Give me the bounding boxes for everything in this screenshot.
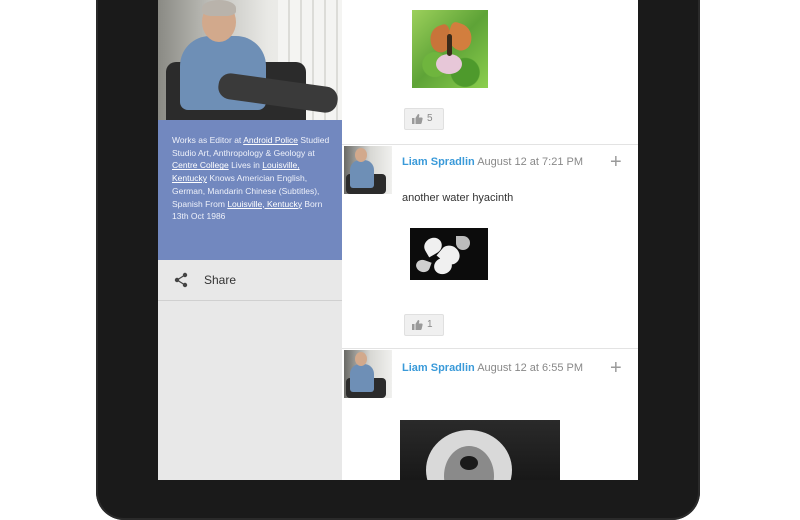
portrait-dark-spot	[460, 456, 478, 470]
profile-photo[interactable]	[158, 0, 342, 120]
avatar-head	[355, 148, 367, 162]
share-icon	[174, 272, 188, 288]
plus-icon[interactable]: +	[610, 358, 622, 378]
app-screen: Works as Editor at Android Police Studie…	[158, 0, 638, 480]
plus-one-count: 1	[427, 319, 433, 330]
avatar-body	[350, 364, 374, 392]
thumb-up-icon	[412, 114, 423, 124]
butterfly-body	[447, 34, 452, 56]
hyacinth-petal	[456, 236, 470, 250]
photo-person-hair	[202, 0, 236, 16]
plus-icon[interactable]: +	[610, 152, 622, 172]
profile-panel: Works as Editor at Android Police Studie…	[158, 0, 342, 480]
post-author[interactable]: Liam Spradlin	[402, 156, 475, 168]
avatar-head	[355, 352, 367, 366]
hyacinth-petal	[414, 257, 432, 275]
author-avatar[interactable]	[344, 146, 392, 194]
post-image-hyacinth[interactable]	[410, 228, 488, 280]
profile-bio: Works as Editor at Android Police Studie…	[158, 120, 342, 260]
bio-school-link[interactable]: Centre College	[172, 160, 229, 170]
bio-from-link[interactable]: Louisville, Kentucky	[227, 199, 302, 209]
bio-workplace-link[interactable]: Android Police	[243, 135, 298, 145]
plus-one-count: 5	[427, 113, 433, 124]
share-label: Share	[204, 273, 237, 287]
post-stream: 5 Liam Spradlin August 12 at 7:21 PM + a…	[342, 0, 638, 480]
bio-from-prefix: From	[205, 198, 225, 209]
post-time[interactable]: August 12 at 6:55 PM	[477, 362, 583, 374]
post-image-butterfly[interactable]	[412, 10, 488, 88]
post-text: another water hyacinth	[402, 192, 514, 204]
post-author[interactable]: Liam Spradlin	[402, 362, 475, 374]
share-button[interactable]: Share	[158, 260, 342, 301]
plus-one-button[interactable]: 1	[404, 314, 444, 336]
post-header: Liam Spradlin August 12 at 6:55 PM	[402, 362, 602, 375]
post-time[interactable]: August 12 at 7:21 PM	[477, 156, 583, 168]
bio-lives-prefix: Lives in	[231, 160, 260, 171]
butterfly-flower	[436, 54, 462, 74]
plus-one-button[interactable]: 5	[404, 108, 444, 130]
post-image-portrait[interactable]	[400, 420, 560, 480]
post-divider	[342, 144, 638, 145]
post-divider	[342, 348, 638, 349]
avatar-body	[350, 160, 374, 188]
bio-work-prefix: Works as Editor at	[172, 135, 242, 145]
author-avatar[interactable]	[344, 350, 392, 398]
thumb-up-icon	[412, 320, 423, 330]
post-header: Liam Spradlin August 12 at 7:21 PM	[402, 156, 602, 169]
